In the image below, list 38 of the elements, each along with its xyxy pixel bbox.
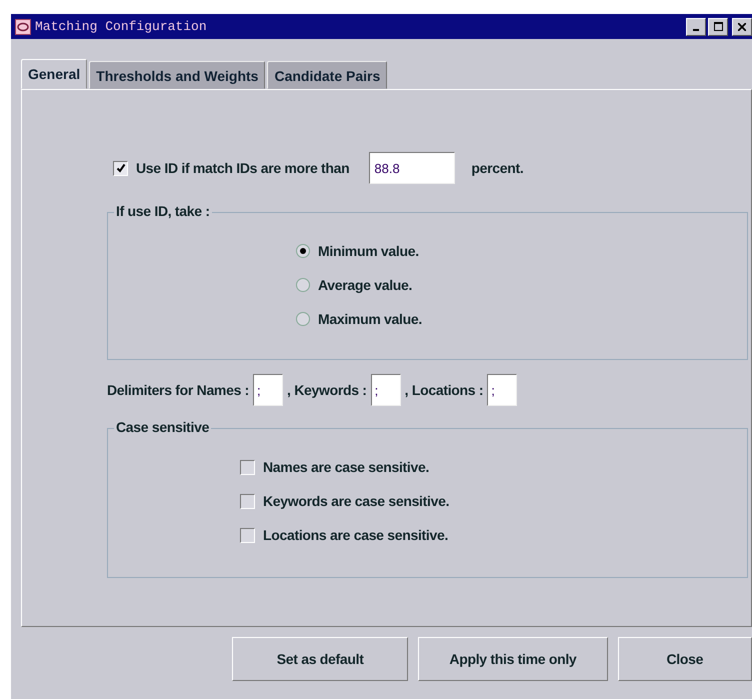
tab[interactable]: Thresholds and Weights [89,61,266,89]
percent-label: percent. [471,160,524,176]
minimize-icon [693,29,699,31]
dialog-button[interactable]: Close [618,637,752,681]
delimiter-label: , Locations : [404,382,484,398]
radio-label: Average value. [318,277,412,293]
minimize-button[interactable] [686,18,706,36]
radio-button[interactable] [296,278,310,292]
delimiter-field[interactable]: ; [370,374,401,406]
delimiter-field[interactable]: ; [253,374,284,406]
checkbox[interactable] [240,528,255,542]
checkbox[interactable] [240,494,255,508]
tab[interactable]: General [21,59,88,89]
checkbox-label: Keywords are case sensitive. [263,493,450,509]
close-button[interactable] [732,18,752,36]
maximize-icon [714,22,722,31]
maximize-button[interactable] [708,18,728,36]
group-title: Case sensitive [114,419,212,435]
checkbox[interactable] [240,460,255,474]
checkbox-label: Use ID if match IDs are more than [136,160,350,176]
checkbox[interactable] [113,160,128,176]
radio-button[interactable] [296,312,310,326]
dialog-button[interactable]: Apply this time only [418,637,608,681]
checkbox-label: Locations are case sensitive. [263,527,448,543]
close-icon [738,22,746,30]
delimiter-label: Delimiters for Names : [107,382,250,398]
percent-field[interactable]: 88.8 [369,152,456,184]
window-title: Matching Configuration [35,19,207,34]
radio-label: Maximum value. [318,311,422,327]
radio-label: Minimum value. [318,243,419,259]
group-title: If use ID, take : [114,203,212,219]
app-icon [15,18,31,34]
dialog-button[interactable]: Set as default [232,637,408,681]
checkbox-label: Names are case sensitive. [263,459,430,475]
radio-button[interactable] [296,244,310,258]
delimiter-field[interactable]: ; [487,374,518,406]
tab[interactable]: Candidate Pairs [267,61,388,89]
delimiter-label: , Keywords : [287,382,367,398]
